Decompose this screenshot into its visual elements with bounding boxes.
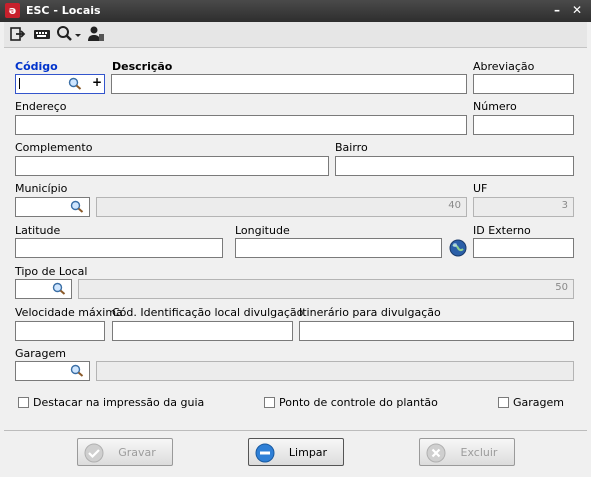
bairro-field[interactable]	[335, 156, 574, 176]
codigo-label: Código	[15, 60, 58, 73]
complemento-label: Complemento	[15, 141, 93, 154]
toolbar	[4, 22, 587, 48]
user-icon[interactable]	[87, 25, 105, 43]
limpar-button[interactable]: Limpar	[248, 438, 344, 466]
keyboard-icon[interactable]	[33, 25, 51, 43]
excluir-label: Excluir	[460, 446, 498, 459]
search-icon[interactable]	[52, 282, 66, 295]
search-icon[interactable]	[70, 364, 84, 377]
search-dropdown-icon[interactable]	[56, 25, 82, 43]
complemento-field[interactable]	[15, 156, 329, 176]
uf-field: 3	[473, 197, 574, 217]
window-title: ESC - Locais	[26, 4, 101, 17]
checkbox-box[interactable]	[18, 397, 29, 408]
velocidade-field[interactable]	[15, 321, 105, 341]
abreviacao-label: Abreviação	[473, 60, 535, 73]
ponto-controle-label: Ponto de controle do plantão	[279, 396, 438, 409]
latitude-field[interactable]	[15, 238, 223, 258]
descricao-label: Descrição	[112, 60, 173, 73]
itinerario-label: Itinerário para divulgação	[299, 306, 441, 319]
numero-field[interactable]	[473, 115, 574, 135]
descricao-field[interactable]	[111, 74, 467, 94]
municipio-name-field: 40	[96, 197, 467, 217]
tipo-local-label: Tipo de Local	[15, 265, 88, 278]
longitude-label: Longitude	[235, 224, 290, 237]
exit-icon[interactable]	[10, 25, 26, 43]
tipo-local-maxlen: 50	[555, 282, 568, 293]
minus-icon	[255, 443, 275, 463]
endereco-field[interactable]	[15, 115, 467, 135]
divider	[4, 430, 587, 431]
id-externo-label: ID Externo	[473, 224, 531, 237]
municipio-label: Município	[15, 182, 68, 195]
app-logo-icon: ǝ	[5, 3, 20, 18]
minimize-button[interactable]: –	[549, 3, 565, 18]
limpar-label: Limpar	[288, 446, 328, 459]
velocidade-label: Velocidade máxima	[15, 306, 123, 319]
cod-ident-field[interactable]	[112, 321, 293, 341]
longitude-field[interactable]	[235, 238, 442, 258]
ponto-controle-checkbox[interactable]: Ponto de controle do plantão	[264, 396, 438, 410]
endereco-label: Endereço	[15, 100, 67, 113]
excluir-button[interactable]: Excluir	[419, 438, 515, 466]
municipio-code-field[interactable]	[15, 197, 90, 217]
uf-maxlen: 3	[561, 200, 568, 211]
abreviacao-field[interactable]	[473, 74, 574, 94]
tipo-local-code-field[interactable]	[15, 279, 72, 299]
search-icon[interactable]	[70, 200, 84, 213]
garagem-checkbox-label: Garagem	[513, 396, 564, 409]
title-bar: ǝ ESC - Locais – ✕	[0, 0, 591, 22]
gravar-button[interactable]: Gravar	[77, 438, 173, 466]
itinerario-field[interactable]	[299, 321, 574, 341]
text-caret	[19, 78, 20, 89]
checkbox-box[interactable]	[498, 397, 509, 408]
uf-label: UF	[473, 182, 488, 195]
destacar-label: Destacar na impressão da guia	[33, 396, 205, 409]
tipo-local-name-field: 50	[78, 279, 574, 299]
garagem-label: Garagem	[15, 347, 66, 360]
municipio-maxlen: 40	[448, 200, 461, 211]
check-icon	[84, 443, 104, 463]
garagem-name-field	[96, 361, 574, 381]
close-button[interactable]: ✕	[569, 3, 585, 18]
codigo-field[interactable]: +	[15, 74, 105, 94]
globe-map-icon[interactable]	[449, 239, 467, 257]
checkbox-box[interactable]	[264, 397, 275, 408]
garagem-code-field[interactable]	[15, 361, 90, 381]
destacar-checkbox[interactable]: Destacar na impressão da guia	[18, 396, 204, 410]
garagem-checkbox[interactable]: Garagem	[498, 396, 568, 410]
add-icon[interactable]: +	[92, 75, 102, 89]
bairro-label: Bairro	[335, 141, 368, 154]
latitude-label: Latitude	[15, 224, 61, 237]
gravar-label: Gravar	[118, 446, 156, 459]
id-externo-field[interactable]	[473, 238, 574, 258]
delete-x-icon	[426, 443, 446, 463]
numero-label: Número	[473, 100, 517, 113]
cod-ident-label: Cód. Identificação local divulgação	[112, 306, 304, 319]
search-icon[interactable]	[68, 77, 82, 90]
